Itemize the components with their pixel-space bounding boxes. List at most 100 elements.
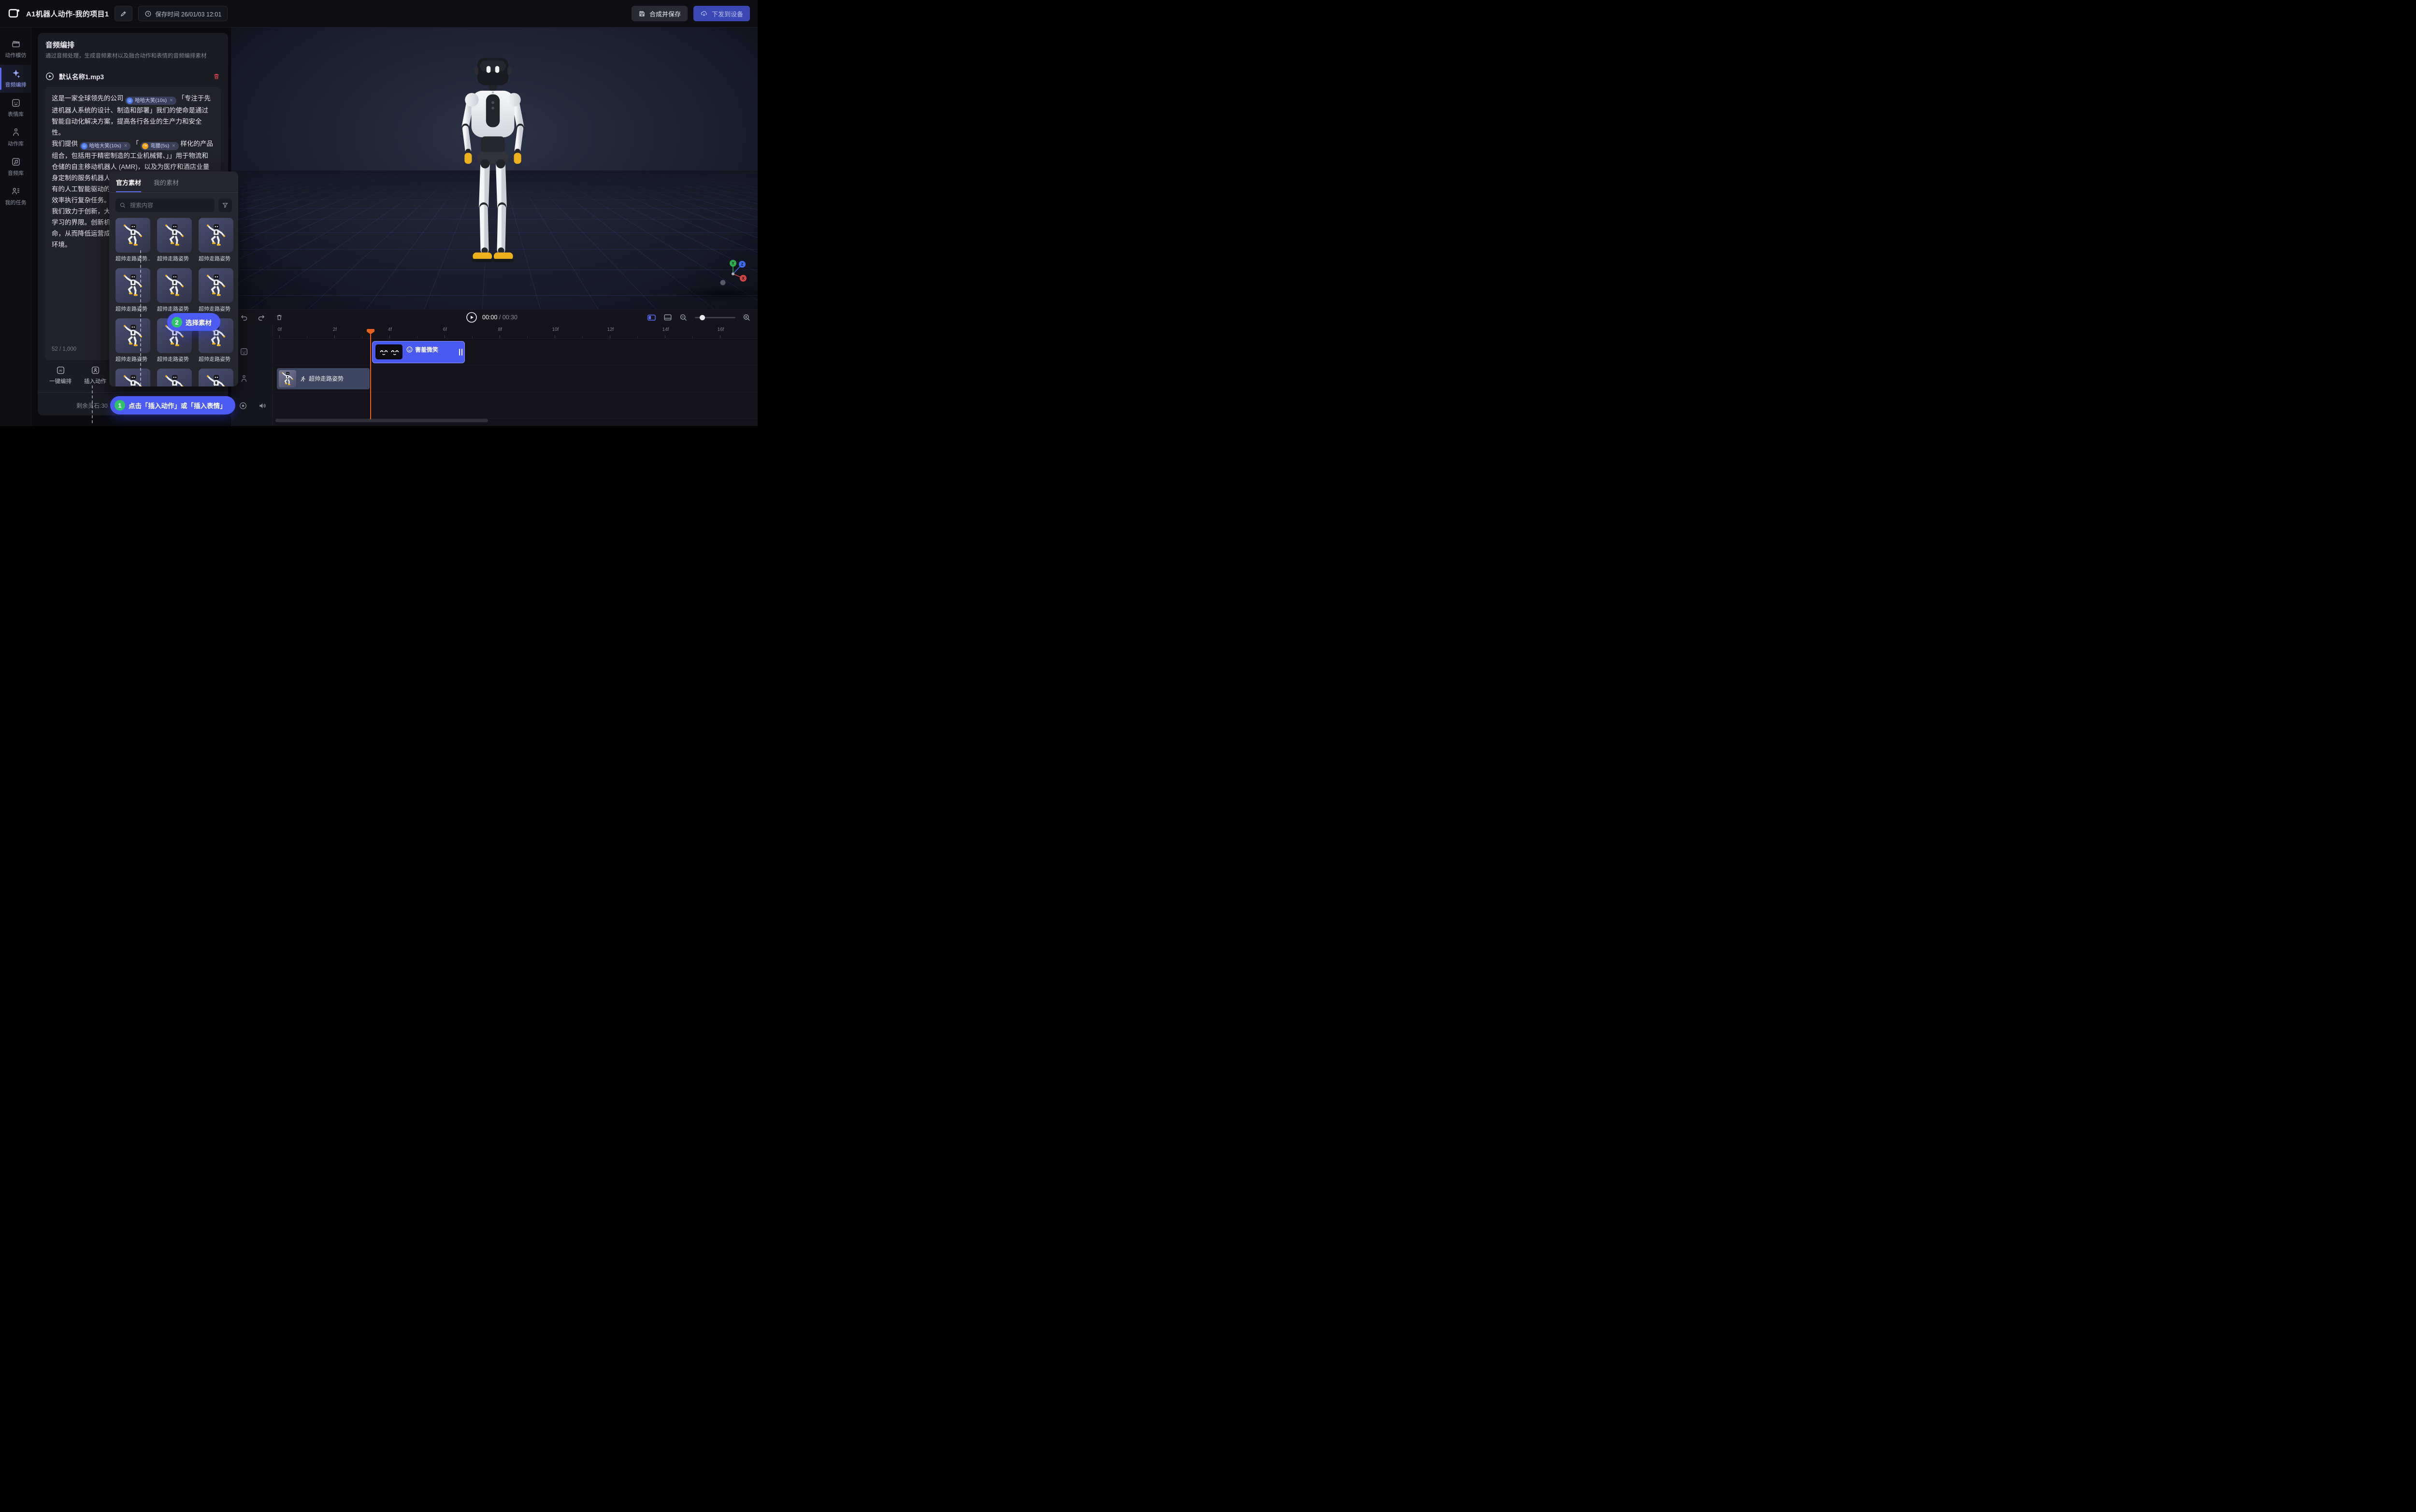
redo-icon[interactable] [258, 314, 266, 322]
expression-inline-tag[interactable]: ☺哈哈大笑(10s)× [80, 142, 130, 150]
tutorial-hint-1[interactable]: 1 点击「插入动作」或「插入表情」 [110, 396, 235, 414]
delete-clip-icon[interactable] [275, 314, 283, 321]
material-thumbnail[interactable] [115, 369, 150, 386]
char-counter: 52 / 1,000 [52, 344, 76, 355]
tab-my-materials[interactable]: 我的素材 [154, 178, 179, 192]
material-label: 超帅走路姿势... [115, 255, 150, 262]
ruler-label: 2f [333, 327, 337, 332]
one-click-arrange-button[interactable]: AI一键编排 [45, 366, 75, 385]
material-label: 超帅走路姿势 [157, 355, 192, 363]
editor-text-run: 环境。 [52, 241, 72, 248]
zoom-slider-thumb[interactable] [700, 315, 705, 320]
material-thumbnail[interactable] [115, 268, 150, 303]
material-search-input[interactable] [129, 201, 211, 209]
sidebar-item-expression-lib[interactable]: 表情库 [0, 94, 31, 122]
material-grid: 超帅走路姿势...超帅走路姿势超帅走路姿势超帅走路姿势超帅走路姿势超帅走路姿势超… [109, 212, 238, 386]
sidebar-item-label: 表情库 [8, 110, 24, 118]
material-item[interactable]: 超帅走路姿势... [115, 218, 150, 262]
clip-resize-handle[interactable] [461, 349, 463, 356]
timeline-ruler[interactable]: 0f2f4f6f8f10f12f14f16f [273, 325, 758, 339]
filter-funnel-icon [222, 202, 229, 209]
material-thumbnail[interactable] [199, 369, 233, 386]
speaker-icon[interactable] [258, 401, 267, 410]
playhead-line[interactable] [370, 330, 371, 419]
editor-text-run: 学习的界限。创新机 [52, 219, 111, 226]
material-item[interactable]: 超帅走路姿势 [157, 369, 192, 386]
remove-tag-icon[interactable]: × [170, 97, 173, 104]
timeline-horizontal-scrollbar[interactable] [275, 419, 488, 422]
rename-project-button[interactable] [115, 6, 132, 21]
material-thumbnail[interactable] [199, 218, 233, 253]
robot-3d-viewport[interactable]: Y X Z [231, 28, 758, 309]
humanoid-robot-model[interactable] [424, 46, 561, 284]
insert-motion-button[interactable]: 插入动作 [80, 366, 110, 385]
editor-text-run: 命，从而降低运营成 [52, 230, 111, 237]
axis-gizmo[interactable]: Y X Z [717, 258, 749, 287]
compose-save-label: 合成并保存 [649, 9, 681, 18]
delete-audio-icon[interactable] [213, 72, 220, 80]
play-audio-icon[interactable] [45, 72, 54, 81]
material-thumbnail[interactable] [199, 268, 233, 303]
material-label: 超帅走路姿势 [115, 305, 150, 313]
expression-tag-icon: ☺ [127, 98, 133, 104]
app-logo-icon [8, 7, 20, 20]
project-title: A1机器人动作-我的项目1 [26, 9, 109, 19]
filter-button[interactable] [218, 199, 232, 212]
deploy-to-device-button[interactable]: 下发到设备 [693, 6, 750, 21]
motion-clip-thumbnail [279, 370, 296, 387]
sidebar-item-audio-arrange[interactable]: 音频编排 [0, 65, 31, 93]
material-item[interactable]: 超帅走路姿势 [199, 268, 233, 313]
material-item[interactable]: 超帅走路姿势 [115, 318, 150, 363]
motion-clip[interactable]: 超帅走路姿势 [277, 368, 370, 389]
material-thumbnail[interactable] [157, 268, 192, 303]
faces-preview-icon [375, 345, 403, 359]
zoom-in-icon[interactable] [743, 314, 751, 322]
material-item[interactable]: 超帅走路姿势 [115, 369, 150, 386]
robot-pose-preview [203, 223, 229, 248]
expression-clip-thumbnail [375, 344, 403, 359]
material-label: 超帅走路姿势 [115, 355, 150, 363]
expression-clip[interactable]: 害羞微笑 [372, 341, 465, 363]
save-time-chip: 保存时间 26/01/03 12:01 [138, 6, 228, 21]
expression-inline-tag[interactable]: ☺哈哈大笑(10s)× [125, 97, 176, 105]
sidebar-item-my-tasks[interactable]: 我的任务 [0, 183, 31, 211]
material-item[interactable]: 超帅走路姿势 [157, 218, 192, 262]
hint-2-text: 选择素材 [186, 317, 212, 327]
motion-inline-tag[interactable]: ↷弯腰(5s)× [141, 142, 179, 150]
sidebar-item-motion-lib[interactable]: 动作库 [0, 124, 31, 152]
material-item[interactable]: 超帅走路姿势 [115, 268, 150, 313]
timeline-zoom-slider[interactable] [695, 317, 735, 318]
material-thumbnail[interactable] [115, 318, 150, 353]
sidebar-item-audio-lib[interactable]: 音频库 [0, 153, 31, 181]
smiley-icon [406, 346, 413, 353]
remove-tag-icon[interactable]: × [172, 143, 175, 150]
compose-save-button[interactable]: 合成并保存 [632, 6, 688, 21]
play-button[interactable] [466, 312, 477, 323]
clock-icon [144, 10, 152, 17]
tab-official-materials[interactable]: 官方素材 [116, 178, 141, 192]
material-thumbnail[interactable] [157, 369, 192, 386]
material-item[interactable]: 超帅走路姿势 [199, 218, 233, 262]
sidebar-item-motion-imitation[interactable]: 动作模仿 [0, 35, 31, 63]
record-track-icon[interactable] [239, 401, 247, 410]
insert-track-icon[interactable] [647, 313, 656, 322]
material-search-box[interactable] [115, 199, 215, 212]
expression-track-icon[interactable] [240, 347, 248, 356]
zoom-out-icon[interactable] [679, 314, 688, 322]
material-item[interactable]: 超帅走路姿势 [199, 369, 233, 386]
gizmo-neg-axis[interactable] [720, 280, 726, 285]
material-item[interactable]: 超帅走路姿势 [157, 268, 192, 313]
my-tasks-icon [11, 186, 21, 196]
undo-icon[interactable] [240, 314, 248, 322]
motion-track-icon[interactable] [240, 374, 248, 383]
material-thumbnail[interactable] [115, 218, 150, 253]
tutorial-hint-2[interactable]: 2 选择素材 [167, 313, 220, 331]
material-picker-popup: 官方素材 我的素材 超帅走路姿势...超帅走路姿势超帅走路姿势超帅走路姿势超帅走… [109, 171, 238, 386]
robot-pose-preview [120, 223, 145, 248]
svg-text:X: X [742, 276, 745, 281]
editor-text-run: 效率执行复杂任务。 [52, 197, 111, 204]
material-thumbnail[interactable] [157, 218, 192, 253]
preview-panel-icon[interactable] [663, 313, 672, 322]
remove-tag-icon[interactable]: × [124, 143, 127, 150]
sidebar-item-label: 动作库 [8, 140, 24, 147]
